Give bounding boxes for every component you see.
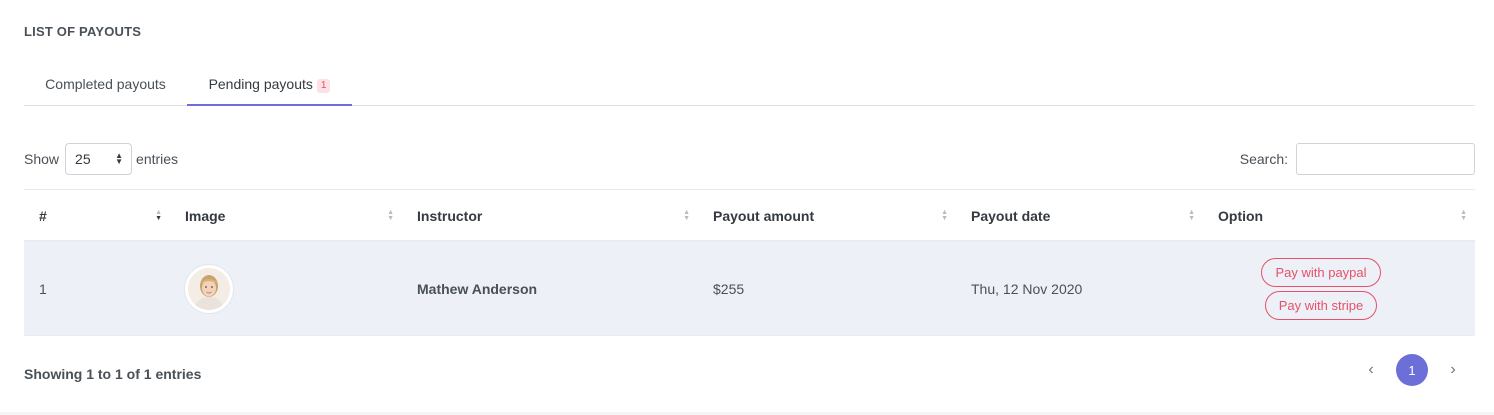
cell-payout-date: Thu, 12 Nov 2020 bbox=[971, 281, 1083, 297]
sort-icon: ▲ ▼ bbox=[1188, 209, 1195, 222]
search-input[interactable] bbox=[1296, 143, 1475, 175]
pagination: ‹ 1 › bbox=[1355, 354, 1469, 386]
previous-page-button[interactable]: ‹ bbox=[1355, 361, 1387, 379]
cell-option: Pay with paypal Pay with stripe bbox=[1203, 242, 1475, 336]
payouts-table: # ▲ ▼ Image ▲ ▼ Instructor ▲ ▼ Payout amoun… bbox=[24, 189, 1475, 336]
show-label: Show bbox=[24, 151, 60, 167]
sort-icon: ▲ ▼ bbox=[683, 209, 690, 222]
payout-tabs: Completed payouts Pending payouts 1 bbox=[24, 64, 1475, 106]
avatar-image bbox=[188, 268, 230, 310]
table-info: Showing 1 to 1 of 1 entries bbox=[24, 366, 202, 382]
payment-options: Pay with paypal Pay with stripe bbox=[1198, 256, 1444, 322]
entries-select[interactable]: 25 ▲ ▼ bbox=[65, 143, 133, 175]
column-header-image[interactable]: Image ▲ ▼ bbox=[170, 190, 402, 242]
cell-instructor: Mathew Anderson bbox=[417, 281, 538, 297]
column-header-option[interactable]: Option ▲ ▼ bbox=[1203, 190, 1475, 242]
pay-with-stripe-button[interactable]: Pay with stripe bbox=[1264, 291, 1378, 320]
sort-icon: ▲ ▼ bbox=[941, 209, 948, 222]
payouts-card: LIST OF PAYOUTS Completed payouts Pendin… bbox=[0, 0, 1494, 412]
cell-image bbox=[170, 242, 402, 336]
cell-index: 1 bbox=[39, 281, 47, 297]
table-header: # ▲ ▼ Image ▲ ▼ Instructor ▲ ▼ Payout amoun… bbox=[24, 190, 1475, 242]
column-header-payout-amount[interactable]: Payout amount ▲ ▼ bbox=[698, 190, 956, 242]
column-header-payout-date[interactable]: Payout date ▲ ▼ bbox=[956, 190, 1203, 242]
card-title: LIST OF PAYOUTS bbox=[24, 24, 142, 39]
sort-icon: ▲ ▼ bbox=[155, 209, 162, 222]
page-1-button[interactable]: 1 bbox=[1396, 354, 1428, 386]
pending-count-badge: 1 bbox=[316, 79, 331, 93]
table-row: 1 Mathew Anderson $255 Thu, 12 Nov 2020 … bbox=[24, 242, 1475, 336]
entries-label: entries bbox=[136, 151, 179, 167]
entries-length-control: Show 25 ▲ ▼ entries bbox=[24, 143, 178, 175]
tab-label: Pending payouts bbox=[208, 76, 313, 92]
search-control: Search: bbox=[1240, 143, 1475, 175]
select-arrows-icon: ▲ ▼ bbox=[115, 151, 124, 166]
sort-icon: ▲ ▼ bbox=[387, 209, 394, 222]
tab-label: Completed payouts bbox=[45, 76, 166, 92]
pay-with-paypal-button[interactable]: Pay with paypal bbox=[1261, 258, 1381, 287]
sort-icon: ▲ ▼ bbox=[1460, 209, 1467, 222]
entries-select-value: 25 bbox=[75, 151, 91, 167]
avatar bbox=[185, 265, 233, 313]
column-header-index[interactable]: # ▲ ▼ bbox=[24, 190, 170, 242]
search-label: Search: bbox=[1239, 151, 1288, 167]
next-page-button[interactable]: › bbox=[1437, 361, 1469, 379]
cell-payout-amount: $255 bbox=[713, 281, 745, 297]
tab-pending-payouts[interactable]: Pending payouts 1 bbox=[187, 64, 352, 106]
tab-completed-payouts[interactable]: Completed payouts bbox=[24, 64, 187, 106]
column-header-instructor[interactable]: Instructor ▲ ▼ bbox=[402, 190, 698, 242]
